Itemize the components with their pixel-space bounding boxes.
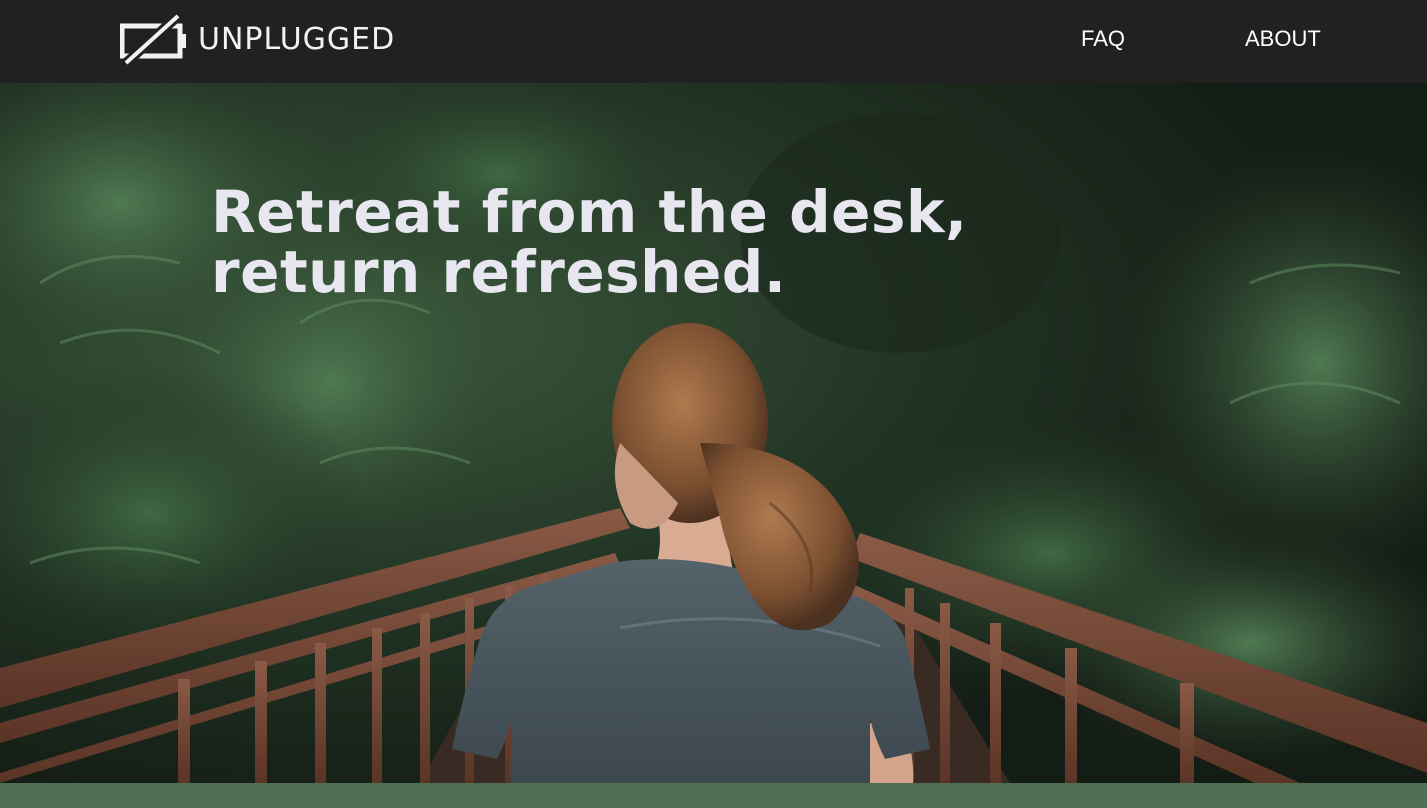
hero-section: Retreat from the desk, return refreshed.	[0, 83, 1427, 783]
accent-strip	[0, 783, 1427, 808]
brand-name: UNPLUGGED	[198, 21, 396, 57]
nav-link-faq[interactable]: FAQ	[1081, 26, 1125, 52]
nav-link-about[interactable]: ABOUT	[1245, 26, 1321, 52]
top-navigation-bar: UNPLUGGED FAQ ABOUT	[0, 0, 1427, 83]
unplugged-battery-icon	[120, 12, 188, 66]
brand-logo-link[interactable]: UNPLUGGED	[120, 12, 395, 66]
hero-headline: Retreat from the desk, return refreshed.	[211, 178, 968, 306]
